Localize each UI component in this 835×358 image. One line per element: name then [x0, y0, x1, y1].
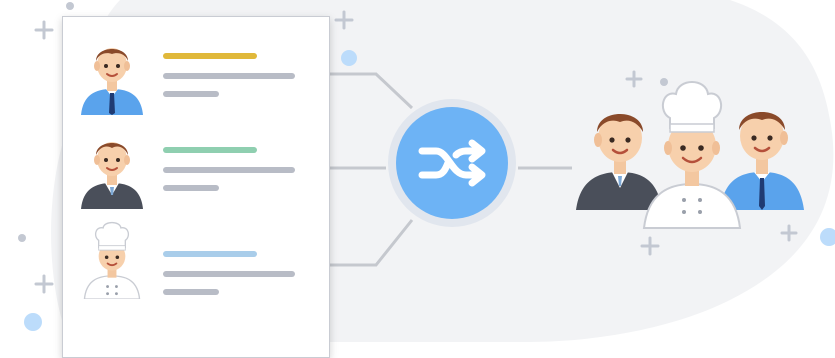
profile-row-suit — [63, 129, 329, 229]
profile-text-line — [163, 271, 295, 277]
diagram-canvas — [0, 0, 835, 358]
shuffle-node — [388, 99, 516, 227]
profile-row-chef — [63, 221, 329, 325]
team-member-suit — [576, 114, 662, 210]
team-member-chef — [642, 81, 742, 229]
businessman-suit-avatar-icon — [81, 142, 143, 209]
team-group-icon — [576, 81, 804, 229]
profile-text-line — [163, 289, 219, 295]
profile-text-line — [163, 73, 295, 79]
profile-text-line — [163, 185, 219, 191]
profile-title-bar — [163, 147, 257, 153]
profile-title-bar — [163, 53, 257, 59]
chef-avatar-icon — [83, 221, 141, 299]
profile-text-line — [163, 167, 295, 173]
profile-title-bar — [163, 251, 257, 257]
profile-list-card — [62, 16, 330, 358]
businessman-avatar-icon — [81, 48, 143, 115]
team-member-blue — [720, 112, 804, 210]
profile-text-line — [163, 91, 219, 97]
profile-row-businessman — [63, 35, 329, 135]
